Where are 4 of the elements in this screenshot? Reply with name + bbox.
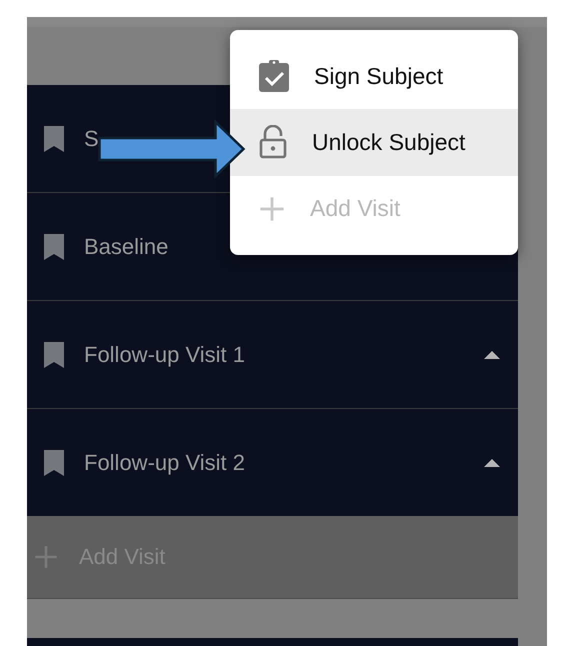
visit-label: S [84, 126, 99, 152]
visit-label: Follow-up Visit 1 [84, 342, 245, 368]
visit-label: Baseline [84, 234, 168, 260]
visit-label: Follow-up Visit 2 [84, 450, 245, 476]
